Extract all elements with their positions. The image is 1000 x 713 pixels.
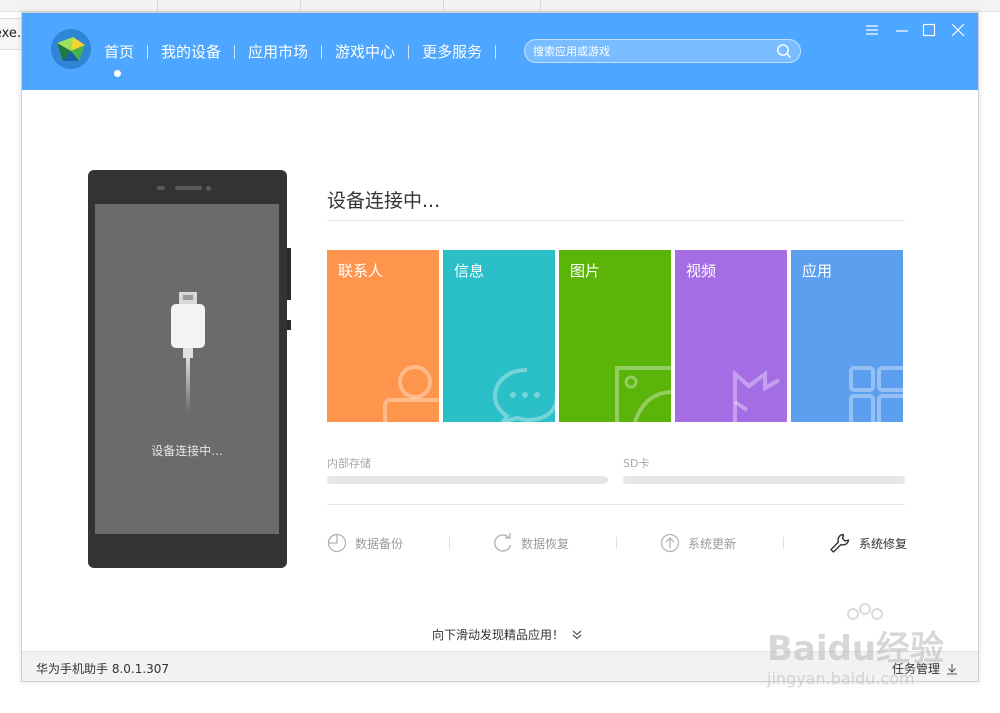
tile-apps[interactable]: 应用 — [791, 250, 903, 422]
action-separator — [616, 537, 617, 549]
nav-home[interactable]: 首页 — [104, 41, 147, 62]
apps-icon — [849, 366, 903, 422]
sd-card-bar — [623, 476, 905, 484]
action-label: 数据恢复 — [521, 536, 570, 551]
title-bar: 首页 我的设备 应用市场 游戏中心 更多服务 — [22, 13, 978, 90]
system-update-button[interactable]: 系统更新 — [660, 533, 736, 553]
usb-cable-icon — [171, 292, 205, 412]
background-column-divider — [540, 0, 541, 12]
tile-label: 视频 — [686, 262, 717, 280]
task-manager-button[interactable]: 任务管理 — [892, 660, 958, 677]
maximize-icon[interactable] — [921, 22, 937, 38]
backup-icon — [327, 533, 347, 553]
tile-label: 联系人 — [338, 262, 384, 280]
nav-game-center[interactable]: 游戏中心 — [322, 41, 408, 62]
background-column-divider — [157, 0, 158, 12]
background-column-divider — [443, 0, 444, 12]
tile-label: 信息 — [454, 262, 485, 280]
tile-messages[interactable]: 信息 — [443, 250, 555, 422]
phone-sensor — [206, 186, 211, 191]
section-divider — [327, 220, 905, 221]
contact-icon — [383, 365, 439, 422]
search-input[interactable] — [533, 42, 773, 60]
system-repair-button[interactable]: 系统修复 — [829, 533, 907, 553]
tile-pictures[interactable]: 图片 — [559, 250, 671, 422]
feature-tiles: 联系人 信息 图片 视频 应用 — [327, 250, 903, 422]
scroll-hint[interactable]: 向下滑动发现精品应用！ — [432, 626, 584, 643]
action-separator — [449, 537, 450, 549]
active-nav-indicator — [114, 70, 121, 77]
background-window-strip — [0, 0, 1000, 12]
background-column-divider — [300, 0, 301, 12]
nav-app-market[interactable]: 应用市场 — [235, 41, 321, 62]
status-bar: 华为手机助手 8.0.1.307 任务管理 — [22, 651, 978, 681]
menu-icon[interactable] — [864, 22, 880, 38]
internal-storage-bar — [327, 476, 608, 484]
double-chevron-down-icon — [572, 630, 582, 639]
restore-icon — [494, 533, 512, 552]
sd-card-label: SD卡 — [623, 457, 650, 470]
action-label: 数据备份 — [355, 536, 404, 551]
huawei-assistant-logo — [51, 29, 91, 69]
task-manager-label: 任务管理 — [891, 662, 940, 676]
phone-side-button — [287, 248, 291, 300]
picture-icon — [615, 366, 671, 422]
tile-contacts[interactable]: 联系人 — [327, 250, 439, 422]
nav-more-services[interactable]: 更多服务 — [409, 41, 495, 62]
phone-side-button — [287, 320, 291, 330]
background-file-name: .exe — [0, 18, 22, 50]
nav-my-devices[interactable]: 我的设备 — [148, 41, 234, 62]
app-window: 首页 我的设备 应用市场 游戏中心 更多服务 搜索应用或游戏 设备连接中... … — [21, 12, 979, 682]
download-arrow-icon — [947, 663, 957, 675]
video-icon — [733, 369, 780, 422]
connection-status-title: 设备连接中... — [327, 190, 441, 212]
data-backup-button[interactable]: 数据备份 — [327, 533, 403, 553]
data-restore-button[interactable]: 数据恢复 — [493, 533, 569, 553]
internal-storage-label: 内部存储 — [327, 457, 371, 470]
phone-speaker — [175, 186, 202, 190]
message-icon — [492, 368, 555, 422]
action-label: 系统更新 — [688, 536, 737, 551]
scroll-hint-text: 向下滑动发现精品应用！ — [432, 628, 565, 642]
main-nav: 首页 我的设备 应用市场 游戏中心 更多服务 — [104, 41, 497, 62]
search-icon[interactable] — [776, 43, 792, 59]
update-icon — [660, 533, 680, 553]
search-box — [524, 39, 801, 63]
minimize-icon[interactable] — [894, 22, 910, 38]
phone-illustration: 设备连接中... — [88, 170, 291, 568]
phone-screen: 设备连接中... — [95, 204, 279, 534]
tile-videos[interactable]: 视频 — [675, 250, 787, 422]
action-label: 系统修复 — [859, 536, 908, 551]
phone-connecting-text: 设备连接中... — [151, 444, 223, 458]
action-separator — [783, 537, 784, 549]
phone-camera — [157, 186, 165, 190]
tile-label: 应用 — [802, 262, 833, 280]
nav-separator — [495, 44, 497, 59]
repair-icon — [830, 533, 850, 553]
section-divider — [327, 504, 905, 505]
close-icon[interactable] — [950, 22, 966, 38]
tile-label: 图片 — [570, 262, 601, 280]
app-version: 华为手机助手 8.0.1.307 — [36, 662, 170, 676]
